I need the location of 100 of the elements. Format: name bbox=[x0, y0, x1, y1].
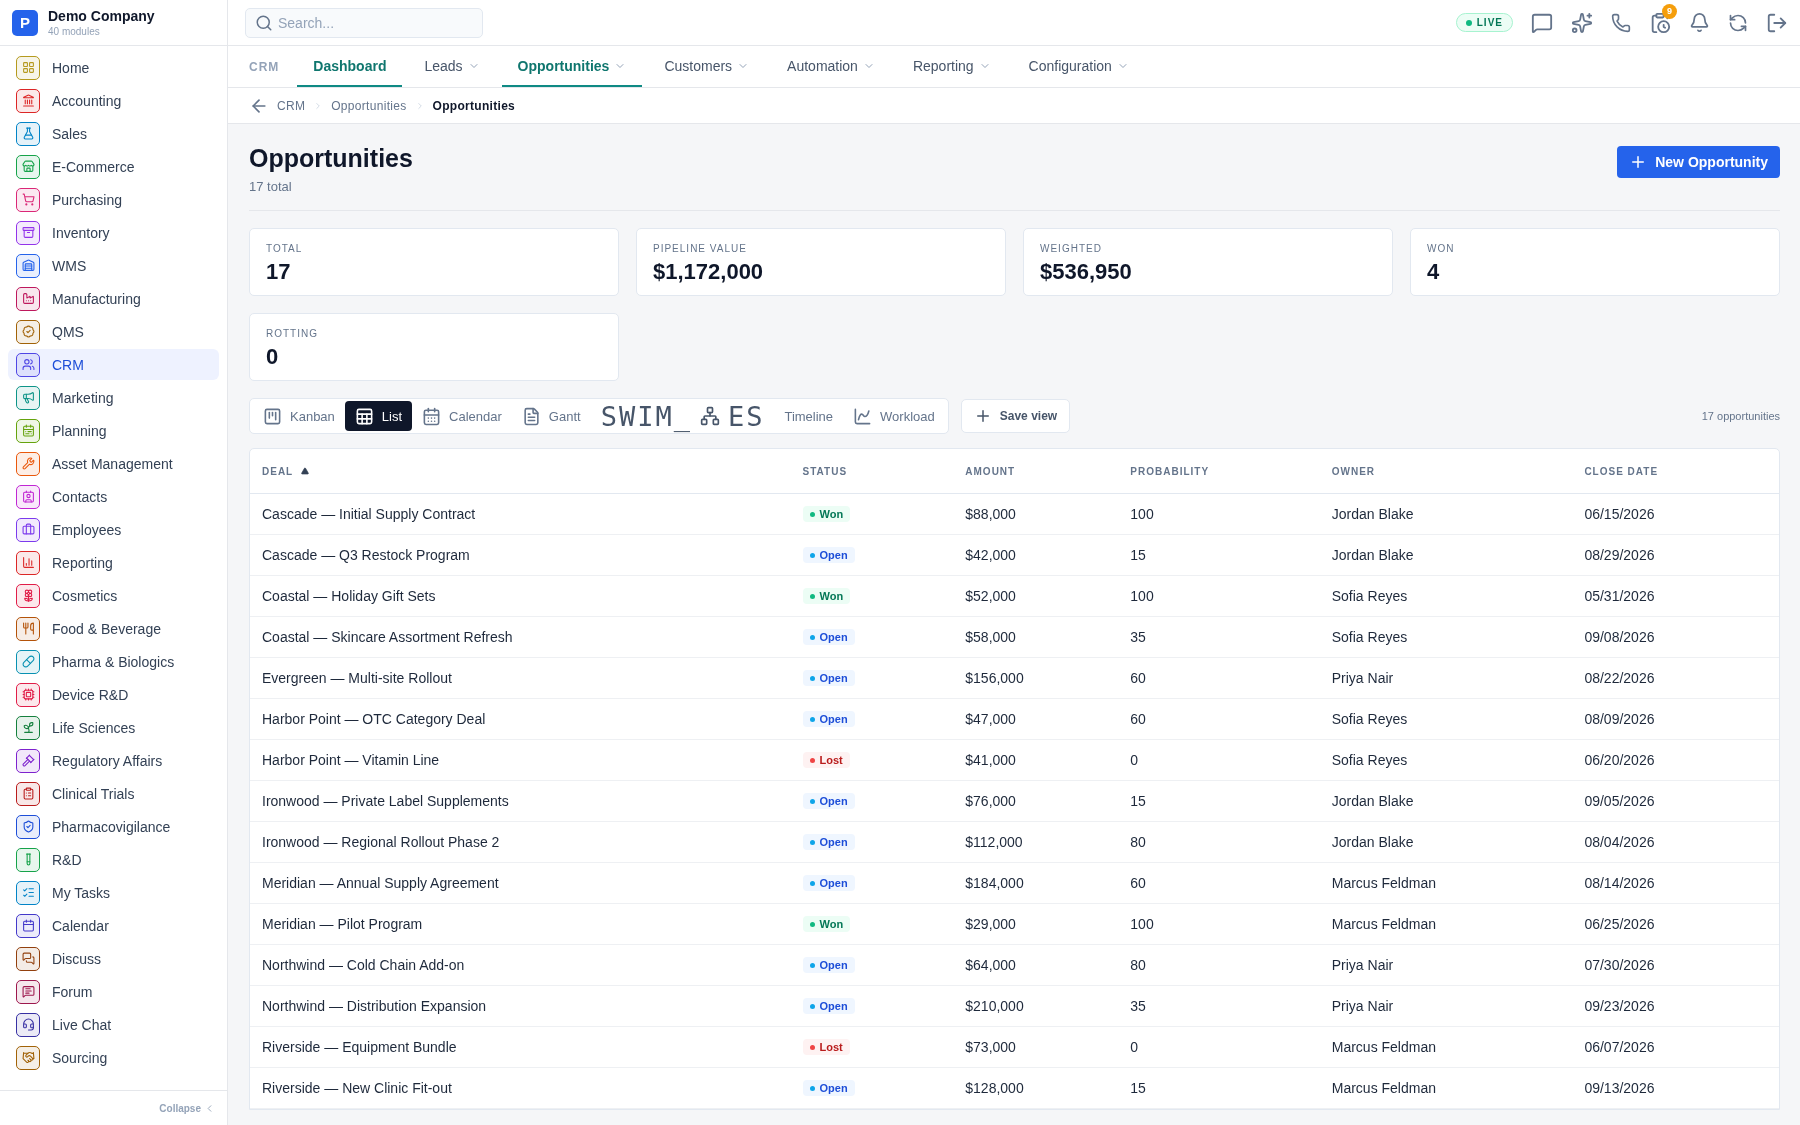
sidebar-item[interactable]: Food & Beverage bbox=[8, 613, 219, 644]
bell-icon[interactable] bbox=[1689, 12, 1710, 33]
sidebar-item[interactable]: My Tasks bbox=[8, 877, 219, 908]
refresh-icon[interactable] bbox=[1728, 12, 1748, 33]
sidebar-item[interactable]: Sales bbox=[8, 118, 219, 149]
phone-icon[interactable] bbox=[1611, 12, 1631, 33]
view-tab[interactable]: Gantt bbox=[511, 401, 591, 431]
status-badge: Open bbox=[802, 547, 855, 563]
column-header[interactable]: PROBABILITY bbox=[1130, 465, 1332, 477]
amount-cell-text: $29,000 bbox=[965, 916, 1017, 932]
table-row[interactable]: Harbor Point — OTC Category Deal Open $47,000 60 Sofia Reyes 08/09/2026 bbox=[250, 699, 1779, 740]
amount-cell-text: $112,000 bbox=[965, 834, 1024, 850]
owner-cell-text: Sofia Reyes bbox=[1331, 752, 1409, 768]
sidebar-item[interactable]: Forum bbox=[8, 976, 219, 1007]
table-row[interactable]: Riverside — New Clinic Fit-out Open $128,000 15 Marcus Feldman 09/13/2026 bbox=[250, 1068, 1779, 1109]
sidebar-item[interactable]: Sourcing bbox=[8, 1042, 219, 1073]
probability-cell-text: 15 bbox=[1130, 1080, 1147, 1096]
sidebar-item[interactable]: Employees bbox=[8, 514, 219, 545]
probability-cell-text: 35 bbox=[1130, 629, 1147, 645]
sidebar-item[interactable]: Live Chat bbox=[8, 1009, 219, 1040]
sidebar-item[interactable]: Pharma & Biologics bbox=[8, 646, 219, 677]
sidebar-item[interactable]: Cosmetics bbox=[8, 580, 219, 611]
nav-tab[interactable]: Configuration bbox=[1012, 46, 1145, 87]
sidebar-item[interactable]: Planning bbox=[8, 415, 219, 446]
new-opportunity-button[interactable]: New Opportunity bbox=[1617, 146, 1780, 178]
table-row[interactable]: Riverside — Equipment Bundle Lost $73,000 0 Marcus Feldman 06/07/2026 bbox=[250, 1027, 1779, 1068]
nav-tab[interactable]: Automation bbox=[771, 46, 891, 87]
sidebar-item[interactable]: WMS bbox=[8, 250, 219, 281]
sidebar-item[interactable]: Home bbox=[8, 52, 219, 83]
table-row[interactable]: Harbor Point — Vitamin Line Lost $41,000 0 Sofia Reyes 06/20/2026 bbox=[250, 740, 1779, 781]
amount-cell-text: $88,000 bbox=[965, 506, 1017, 522]
sidebar-item[interactable]: E-Commerce bbox=[8, 151, 219, 182]
sidebar-item[interactable]: QMS bbox=[8, 316, 219, 347]
sidebar-item[interactable]: Discuss bbox=[8, 943, 219, 974]
logout-icon[interactable] bbox=[1766, 11, 1788, 34]
table-row[interactable]: Ironwood — Regional Rollout Phase 2 Open $112,000 80 Jordan Blake 08/04/2026 bbox=[250, 822, 1779, 863]
column-header[interactable]: STATUS bbox=[802, 465, 966, 477]
probability-cell-text: 80 bbox=[1130, 834, 1147, 850]
table-row[interactable]: Coastal — Holiday Gift Sets Won $52,000 100 Sofia Reyes 05/31/2026 bbox=[250, 576, 1779, 617]
sidebar-item[interactable]: Asset Management bbox=[8, 448, 219, 479]
column-header[interactable]: DEAL bbox=[262, 465, 803, 477]
sidebar-item[interactable]: Device R&D bbox=[8, 679, 219, 710]
table-row[interactable]: Evergreen — Multi-site Rollout Open $156,000 60 Priya Nair 08/22/2026 bbox=[250, 658, 1779, 699]
close-date-cell-text: 06/15/2026 bbox=[1584, 506, 1656, 522]
status-badge: Won bbox=[802, 916, 851, 932]
status-badge: Lost bbox=[802, 752, 850, 768]
view-tab[interactable]: List bbox=[344, 401, 413, 431]
deal-cell-text: Riverside — Equipment Bundle bbox=[262, 1039, 458, 1055]
table-row[interactable]: Northwind — Distribution Expansion Open $210,000 35 Priya Nair 09/23/2026 bbox=[250, 986, 1779, 1027]
owner-cell-text: Sofia Reyes bbox=[1331, 629, 1409, 645]
breadcrumb-link[interactable]: CRM bbox=[277, 98, 306, 113]
sidebar-item[interactable]: Contacts bbox=[8, 481, 219, 512]
sidebar-item[interactable]: Purchasing bbox=[8, 184, 219, 215]
column-header[interactable]: CLOSE DATE bbox=[1584, 465, 1779, 477]
table-row[interactable]: Meridian — Annual Supply Agreement Open $184,000 60 Marcus Feldman 08/14/2026 bbox=[250, 863, 1779, 904]
breadcrumb-link[interactable]: Opportunities bbox=[331, 98, 407, 113]
sidebar-item[interactable]: Inventory bbox=[8, 217, 219, 248]
column-header[interactable]: AMOUNT bbox=[965, 465, 1131, 477]
table-row[interactable]: Meridian — Pilot Program Won $29,000 100 Marcus Feldman 06/25/2026 bbox=[250, 904, 1779, 945]
sidebar-item[interactable]: Clinical Trials bbox=[8, 778, 219, 809]
deal-cell-text: Evergreen — Multi-site Rollout bbox=[262, 670, 453, 686]
sidebar-item[interactable]: Life Sciences bbox=[8, 712, 219, 743]
breadcrumb-link[interactable]: Opportunities bbox=[432, 98, 516, 113]
sidebar-item[interactable]: Marketing bbox=[8, 382, 219, 413]
sidebar-item[interactable]: Regulatory Affairs bbox=[8, 745, 219, 776]
sidebar-item[interactable]: Calendar bbox=[8, 910, 219, 941]
view-tab[interactable]: SWIM_ ES bbox=[590, 401, 775, 431]
sidebar-item[interactable]: Pharmacovigilance bbox=[8, 811, 219, 842]
view-tab[interactable]: Kanban bbox=[253, 401, 345, 431]
deal-cell-text: Harbor Point — OTC Category Deal bbox=[262, 711, 487, 727]
sidebar-item[interactable]: Accounting bbox=[8, 85, 219, 116]
amount-cell-text: $76,000 bbox=[965, 793, 1017, 809]
search-field[interactable]: Search... bbox=[245, 7, 483, 38]
table-row[interactable]: Cascade — Initial Supply Contract Won $88,000 100 Jordan Blake 06/15/2026 bbox=[250, 494, 1779, 535]
table-row[interactable]: Coastal — Skincare Assortment Refresh Open $58,000 35 Sofia Reyes 09/08/2026 bbox=[250, 617, 1779, 658]
save-view-button[interactable]: Save view bbox=[960, 399, 1071, 433]
table-row[interactable]: Northwind — Cold Chain Add-on Open $64,000 80 Priya Nair 07/30/2026 bbox=[250, 945, 1779, 986]
nav-tab[interactable]: Customers bbox=[648, 46, 766, 87]
status-badge: Open bbox=[802, 711, 855, 727]
nav-tab[interactable]: Leads bbox=[408, 46, 496, 87]
table-row[interactable]: Ironwood — Private Label Supplements Open $76,000 15 Jordan Blake 09/05/2026 bbox=[250, 781, 1779, 822]
view-tab[interactable]: Timeline bbox=[774, 401, 844, 431]
column-header[interactable]: OWNER bbox=[1331, 465, 1585, 477]
view-tab[interactable]: Workload bbox=[843, 401, 945, 431]
nav-tab[interactable]: Reporting bbox=[896, 46, 1007, 87]
table-row[interactable]: Cascade — Q3 Restock Program Open $42,000 15 Jordan Blake 08/29/2026 bbox=[250, 535, 1779, 576]
sidebar-item[interactable]: Manufacturing bbox=[8, 283, 219, 314]
close-date-cell-text: 08/14/2026 bbox=[1584, 875, 1656, 891]
view-tab[interactable]: Calendar bbox=[412, 401, 512, 431]
amount-cell-text: $128,000 bbox=[965, 1080, 1025, 1096]
deal-cell-text: Coastal — Skincare Assortment Refresh bbox=[262, 629, 514, 645]
sidebar-item[interactable]: CRM bbox=[8, 349, 219, 380]
record-count: 17 opportunities bbox=[1701, 410, 1780, 422]
sidebar-item[interactable]: R&D bbox=[8, 844, 219, 875]
sidebar-item[interactable]: Reporting bbox=[8, 547, 219, 578]
chat-icon[interactable] bbox=[1531, 11, 1553, 34]
stat-label: PIPELINE VALUE bbox=[653, 243, 748, 254]
sitemap-icon bbox=[699, 406, 720, 426]
probability-cell-text: 0 bbox=[1130, 752, 1140, 768]
sparkles-icon[interactable] bbox=[1571, 11, 1593, 34]
